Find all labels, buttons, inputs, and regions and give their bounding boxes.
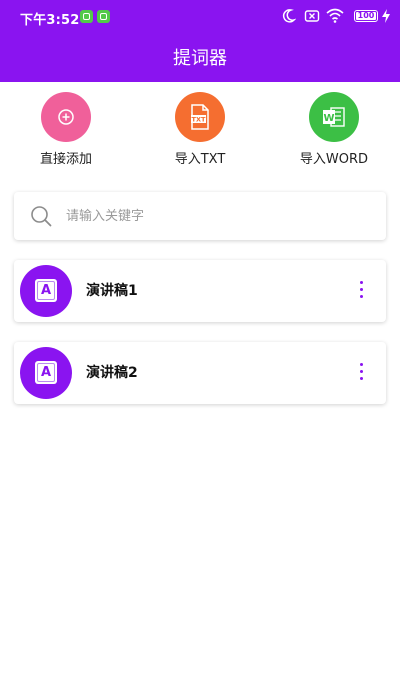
no-sim-icon bbox=[304, 10, 320, 22]
document-title: 演讲稿1 bbox=[86, 283, 138, 299]
txt-icon-text: TXT bbox=[192, 116, 206, 124]
page-title: 提词器 bbox=[173, 48, 227, 69]
status-bar: 下午3:52 100 bbox=[0, 0, 400, 34]
import-txt-circle[interactable]: TXT bbox=[175, 92, 225, 142]
avatar: A bbox=[20, 347, 72, 399]
import-txt-button[interactable]: TXT 导入TXT bbox=[140, 92, 260, 167]
add-directly-label: 直接添加 bbox=[39, 152, 92, 167]
document-title: 演讲稿2 bbox=[86, 365, 138, 381]
document-a-icon: A bbox=[35, 361, 57, 384]
battery-icon: 100 bbox=[354, 10, 378, 22]
add-circle[interactable] bbox=[41, 92, 91, 142]
import-word-circle[interactable]: W bbox=[309, 92, 359, 142]
list-item[interactable]: A 演讲稿2 bbox=[14, 342, 386, 404]
app-header: 下午3:52 100 提词器 bbox=[0, 0, 400, 82]
wifi-icon bbox=[326, 8, 344, 23]
word-file-icon: W bbox=[323, 107, 345, 127]
import-word-button[interactable]: W 导入WORD bbox=[274, 92, 394, 167]
action-bar: 直接添加 TXT 导入TXT W 导入WORD bbox=[0, 92, 400, 172]
moon-icon bbox=[282, 9, 296, 23]
more-options-icon[interactable] bbox=[356, 281, 366, 301]
battery-level: 100 bbox=[357, 11, 375, 20]
add-directly-button[interactable]: 直接添加 bbox=[6, 92, 126, 167]
charging-icon bbox=[382, 9, 390, 23]
txt-file-icon: TXT bbox=[191, 104, 209, 130]
document-a-icon: A bbox=[35, 279, 57, 302]
notification-icon bbox=[80, 10, 93, 23]
notification-icon bbox=[97, 10, 110, 23]
more-options-icon[interactable] bbox=[356, 363, 366, 383]
word-icon-text: W bbox=[323, 113, 334, 124]
search-input[interactable] bbox=[66, 202, 366, 230]
import-word-label: 导入WORD bbox=[299, 152, 369, 167]
status-indicators: 100 bbox=[282, 8, 392, 26]
status-time: 下午3:52 bbox=[20, 13, 80, 28]
search-box[interactable] bbox=[14, 192, 386, 240]
avatar: A bbox=[20, 265, 72, 317]
plus-icon bbox=[58, 109, 74, 125]
search-icon bbox=[31, 206, 52, 227]
list-item[interactable]: A 演讲稿1 bbox=[14, 260, 386, 322]
import-txt-label: 导入TXT bbox=[174, 152, 226, 167]
